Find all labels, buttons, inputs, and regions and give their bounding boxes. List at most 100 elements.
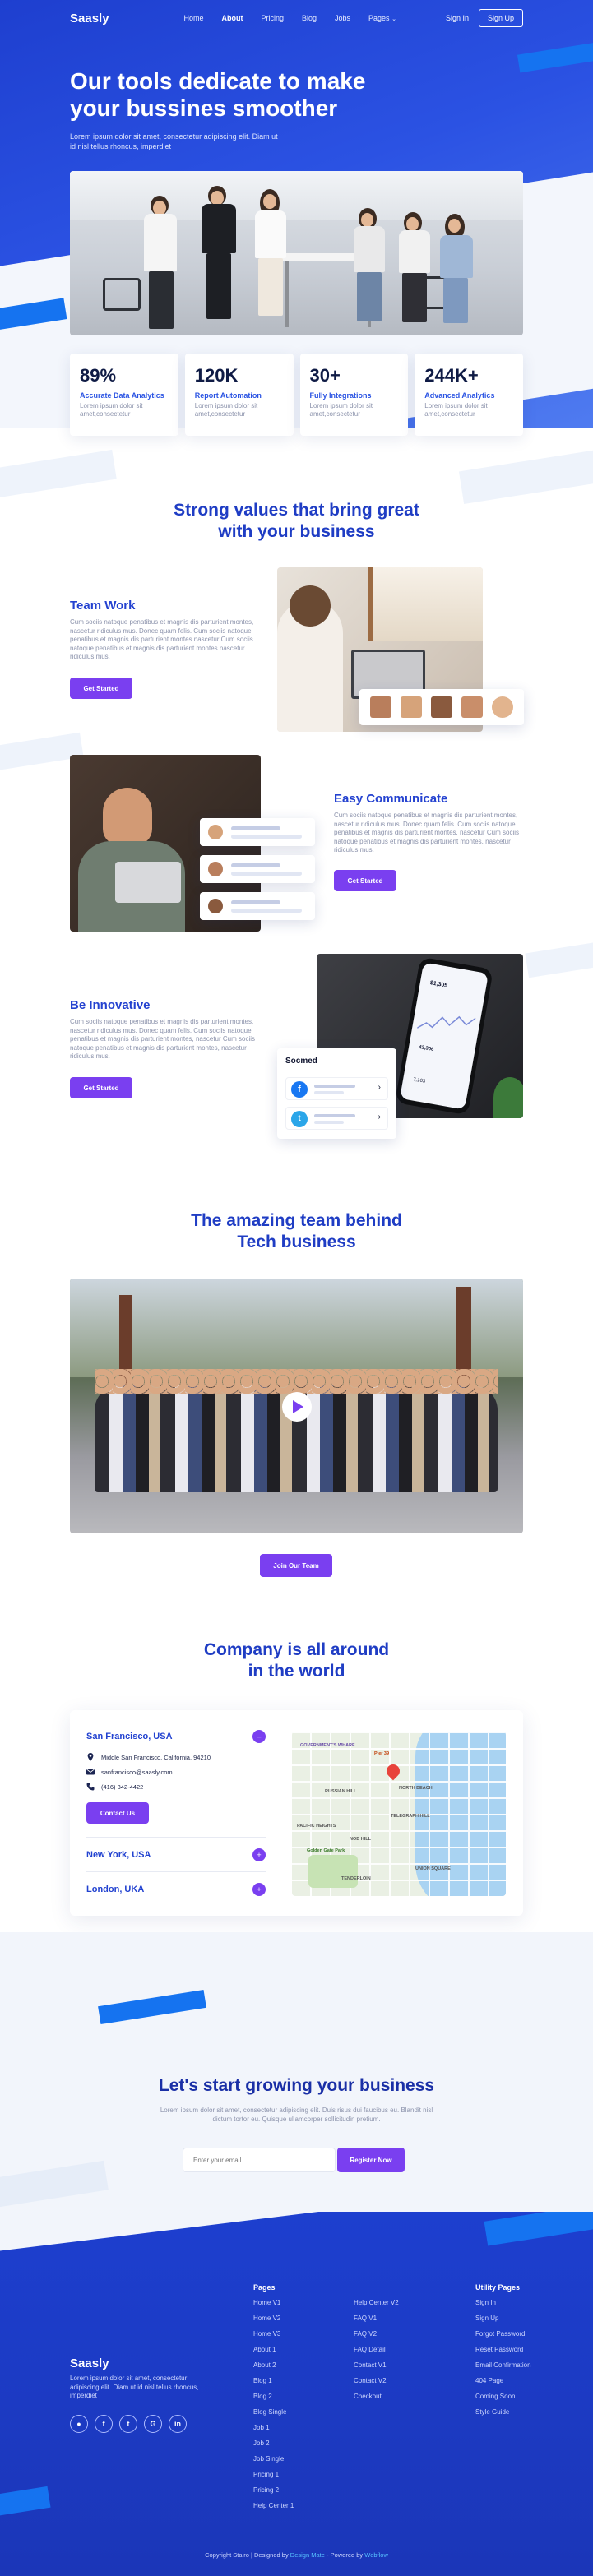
map-label: UNION SQUARE	[415, 1866, 451, 1871]
stat-desc: Lorem ipsum dolor sit amet,consectetur	[309, 402, 373, 418]
designer-link[interactable]: Design Mate	[290, 2551, 325, 2559]
location-london-title[interactable]: London, UKA	[86, 1885, 144, 1894]
location-sf-email-text[interactable]: sanfrancisco@saasly.com	[101, 1769, 173, 1776]
footer-link[interactable]: About 2	[253, 2361, 276, 2369]
signin-link[interactable]: Sign In	[446, 14, 469, 22]
twitter-icon[interactable]: t	[119, 2415, 137, 2433]
contact-us-button[interactable]: Contact Us	[86, 1802, 149, 1824]
photo-table-leg	[285, 261, 289, 327]
map-label: Golden Gate Park	[307, 1848, 345, 1853]
footer-link[interactable]: About 1	[253, 2346, 276, 2353]
nav-pricing[interactable]: Pricing	[261, 14, 284, 22]
socmed-row-facebook[interactable]: f ›	[285, 1077, 388, 1100]
stat-label: Advanced Analytics	[424, 391, 495, 400]
innovative-get-started-button[interactable]: Get Started	[70, 1077, 132, 1098]
photo-chair	[103, 278, 141, 311]
nav-pages[interactable]: Pages ⌄	[368, 14, 396, 22]
footer-link[interactable]: Blog 2	[253, 2393, 272, 2400]
photo-sky-trees	[70, 1279, 523, 1377]
feature-teamwork-title: Team Work	[70, 599, 136, 613]
teamwork-get-started-button[interactable]: Get Started	[70, 678, 132, 699]
footer-link[interactable]: Help Center V2	[354, 2299, 399, 2306]
footer-link[interactable]: Home V2	[253, 2315, 280, 2322]
hero-team-photo	[70, 171, 523, 335]
footer-utility-heading: Utility Pages	[475, 2283, 521, 2292]
map-label: PACIFIC HEIGHTS	[297, 1824, 336, 1829]
message-card	[200, 855, 315, 883]
footer-brand[interactable]: Saasly	[70, 2356, 109, 2370]
email-input[interactable]	[183, 2148, 336, 2172]
footer-description: Lorem ipsum dolor sit amet, consectetur …	[70, 2375, 199, 2399]
socmed-row-twitter[interactable]: t ›	[285, 1107, 388, 1130]
communicate-get-started-button[interactable]: Get Started	[334, 870, 396, 891]
bg-shape	[0, 449, 117, 502]
location-sf-phone-text[interactable]: (416) 342-4422	[101, 1783, 143, 1791]
phone-icon: $1,305 42,306 7,163	[395, 956, 493, 1116]
map-pin-icon	[87, 1753, 94, 1761]
location-sf-toggle[interactable]: –	[252, 1730, 266, 1743]
play-icon	[293, 1400, 303, 1413]
footer-link[interactable]: Job 1	[253, 2424, 270, 2431]
footer-link[interactable]: Contact V2	[354, 2377, 387, 2384]
footer-link[interactable]: Blog 1	[253, 2377, 272, 2384]
facebook-icon[interactable]: f	[95, 2415, 113, 2433]
footer-link[interactable]: Pricing 1	[253, 2471, 279, 2478]
team-title-line2: Tech business	[237, 1233, 356, 1251]
avatar	[370, 696, 392, 718]
facebook-icon: f	[291, 1081, 308, 1098]
brand-logo[interactable]: Saasly	[70, 12, 109, 25]
location-ny-title[interactable]: New York, USA	[86, 1850, 151, 1860]
signup-button[interactable]: Sign Up	[478, 9, 523, 27]
laptop-icon	[115, 862, 181, 903]
hero-subtitle: Lorem ipsum dolor sit amet, consectetur …	[70, 132, 278, 150]
stat-value: 120K	[194, 365, 239, 386]
footer-link[interactable]: Contact V1	[354, 2361, 387, 2369]
location-sf-title[interactable]: San Francisco, USA	[86, 1732, 173, 1741]
footer-link[interactable]: 404 Page	[475, 2377, 503, 2384]
play-button[interactable]	[282, 1392, 312, 1422]
nav-jobs[interactable]: Jobs	[335, 14, 350, 22]
team-photo	[70, 1279, 523, 1533]
footer-link[interactable]: FAQ Detail	[354, 2346, 386, 2353]
footer-link[interactable]: Style Guide	[475, 2408, 509, 2416]
location-ny-toggle[interactable]: +	[252, 1848, 266, 1861]
copyright-mid: | Designed by	[248, 2551, 290, 2559]
footer-link[interactable]: Blog Single	[253, 2408, 286, 2416]
globe-icon[interactable]: ●	[70, 2415, 88, 2433]
footer-link[interactable]: Coming Soon	[475, 2393, 515, 2400]
footer-link[interactable]: Job 2	[253, 2440, 270, 2447]
footer-link[interactable]: Sign In	[475, 2299, 496, 2306]
footer-link[interactable]: Job Single	[253, 2455, 284, 2463]
location-london-toggle[interactable]: +	[252, 1883, 266, 1896]
bg-shape	[0, 2160, 109, 2211]
footer-link[interactable]: Home V1	[253, 2299, 280, 2306]
hero-title: Our tools dedicate to make your bussines…	[70, 68, 366, 121]
nav-home[interactable]: Home	[183, 14, 203, 22]
locations-title: Company is all around in the world	[0, 1639, 593, 1682]
footer-link[interactable]: FAQ V1	[354, 2315, 377, 2322]
socmed-title: Socmed	[285, 1057, 317, 1066]
footer-link[interactable]: FAQ V2	[354, 2330, 377, 2338]
phone-bottom-value: 7,163	[412, 1077, 426, 1085]
google-icon[interactable]: G	[144, 2415, 162, 2433]
footer-link[interactable]: Checkout	[354, 2393, 382, 2400]
register-now-button[interactable]: Register Now	[337, 2148, 405, 2172]
footer-link[interactable]: Email Confirmation	[475, 2361, 531, 2369]
map-label: TENDERLOIN	[341, 1876, 371, 1881]
copyright-prefix: Copyright	[205, 2551, 234, 2559]
footer-link[interactable]: Home V3	[253, 2330, 280, 2338]
nav-about[interactable]: About	[221, 14, 243, 22]
join-team-button[interactable]: Join Our Team	[260, 1554, 332, 1577]
team-title-line1: The amazing team behind	[191, 1211, 402, 1230]
image-person-face	[103, 788, 152, 845]
nav-blog[interactable]: Blog	[302, 14, 317, 22]
linkedin-icon[interactable]: in	[169, 2415, 187, 2433]
footer-link[interactable]: Forgot Password	[475, 2330, 525, 2338]
city-map[interactable]: GOVERNMENT'S WHARF RUSSIAN HILL TELEGRAP…	[292, 1732, 506, 1896]
footer-link[interactable]: Help Center 1	[253, 2502, 294, 2509]
footer-link[interactable]: Pricing 2	[253, 2486, 279, 2494]
webflow-link[interactable]: Webflow	[364, 2551, 388, 2559]
stat-label: Report Automation	[194, 391, 262, 400]
footer-link[interactable]: Sign Up	[475, 2315, 498, 2322]
footer-link[interactable]: Reset Password	[475, 2346, 523, 2353]
